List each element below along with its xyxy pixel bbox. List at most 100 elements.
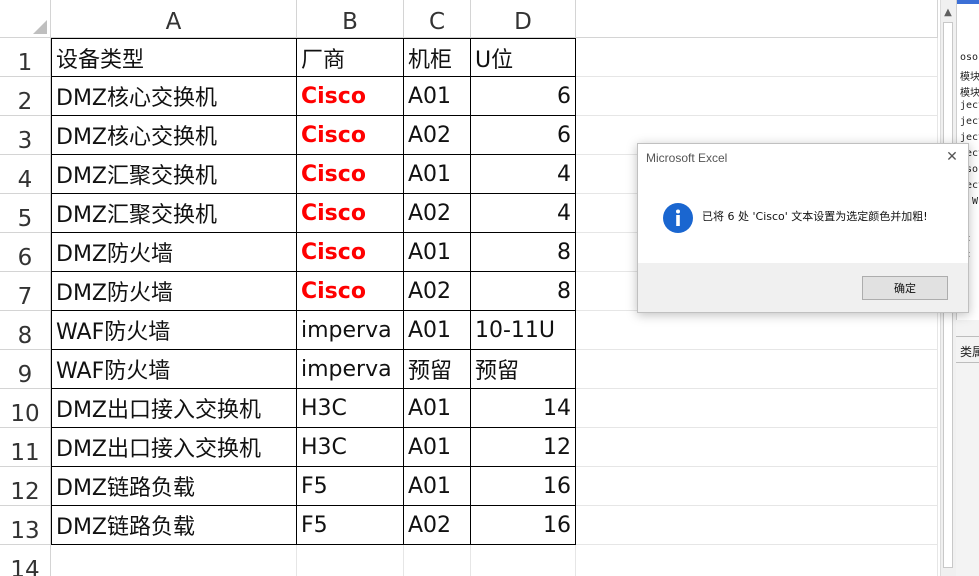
cell-b4[interactable]: Cisco (297, 155, 404, 194)
empty-cells[interactable] (576, 389, 938, 428)
cell-a4[interactable]: DMZ汇聚交换机 (51, 155, 297, 194)
cell-a3[interactable]: DMZ核心交换机 (51, 116, 297, 155)
column-header-b[interactable]: B (297, 0, 404, 38)
cell-d9[interactable]: 预留 (471, 350, 576, 389)
empty-cells[interactable] (576, 467, 938, 506)
panel-separator (956, 336, 979, 337)
row-header[interactable]: 5 (0, 194, 51, 233)
row-header[interactable]: 2 (0, 77, 51, 116)
message-box-dialog: Microsoft Excel ✕ 已将 6 处 'Cisco' 文本设置为选定… (637, 143, 969, 313)
column-header-c[interactable]: C (404, 0, 471, 38)
code-line: 模块 (960, 72, 979, 83)
row-header[interactable]: 11 (0, 428, 51, 467)
cell-a11[interactable]: DMZ出口接入交换机 (51, 428, 297, 467)
code-line: ject (960, 116, 979, 127)
select-all-corner[interactable] (0, 0, 51, 38)
cell-b9[interactable]: imperva (297, 350, 404, 389)
empty-cells[interactable] (471, 545, 576, 576)
cell-d10[interactable]: 14 (471, 389, 576, 428)
row-header[interactable]: 6 (0, 233, 51, 272)
empty-cells[interactable] (576, 350, 938, 389)
cell-c12[interactable]: A01 (404, 467, 471, 506)
cell-b3[interactable]: Cisco (297, 116, 404, 155)
cell-d3[interactable]: 6 (471, 116, 576, 155)
ok-button[interactable]: 确定 (862, 276, 948, 300)
empty-cells[interactable] (576, 77, 938, 116)
cell-b11[interactable]: H3C (297, 428, 404, 467)
cell-c8[interactable]: A01 (404, 311, 471, 350)
cell-b10[interactable]: H3C (297, 389, 404, 428)
cell-d6[interactable]: 8 (471, 233, 576, 272)
row-header[interactable]: 8 (0, 311, 51, 350)
excel-window: A B C D 1 设备类型 厂商 机柜 U位 2 DMZ核心交换机 Cisco A01 6 3 DMZ核心交… (0, 0, 979, 576)
code-line: ject (960, 100, 979, 111)
empty-cells[interactable] (576, 311, 938, 350)
cell-b1[interactable]: 厂商 (297, 38, 404, 77)
column-header-d[interactable]: D (471, 0, 576, 38)
dialog-footer: 确定 (638, 263, 968, 312)
cell-c5[interactable]: A02 (404, 194, 471, 233)
properties-panel-label: 类属 (960, 345, 979, 359)
cell-b12[interactable]: F5 (297, 467, 404, 506)
row-header[interactable]: 12 (0, 467, 51, 506)
cell-c10[interactable]: A01 (404, 389, 471, 428)
row-header[interactable]: 4 (0, 155, 51, 194)
cell-c2[interactable]: A01 (404, 77, 471, 116)
row-header[interactable]: 14 (0, 545, 51, 576)
dialog-title: Microsoft Excel (646, 151, 728, 165)
empty-cells[interactable] (576, 428, 938, 467)
cell-d5[interactable]: 4 (471, 194, 576, 233)
code-line: osof (960, 52, 979, 63)
code-line: 模块 (960, 88, 979, 99)
cell-c7[interactable]: A02 (404, 272, 471, 311)
row-header[interactable]: 10 (0, 389, 51, 428)
cell-d7[interactable]: 8 (471, 272, 576, 311)
cell-d1[interactable]: U位 (471, 38, 576, 77)
cell-c9[interactable]: 预留 (404, 350, 471, 389)
cell-a6[interactable]: DMZ防火墙 (51, 233, 297, 272)
cell-b8[interactable]: imperva (297, 311, 404, 350)
row-header[interactable]: 1 (0, 38, 51, 77)
empty-cells[interactable] (576, 506, 938, 545)
row-header[interactable]: 9 (0, 350, 51, 389)
cell-d12[interactable]: 16 (471, 467, 576, 506)
cell-d11[interactable]: 12 (471, 428, 576, 467)
cell-c1[interactable]: 机柜 (404, 38, 471, 77)
cell-a8[interactable]: WAF防火墙 (51, 311, 297, 350)
cell-c4[interactable]: A01 (404, 155, 471, 194)
cell-c11[interactable]: A01 (404, 428, 471, 467)
cell-c6[interactable]: A01 (404, 233, 471, 272)
empty-cells[interactable] (576, 38, 938, 77)
column-header-a[interactable]: A (51, 0, 297, 38)
cell-b13[interactable]: F5 (297, 506, 404, 545)
cell-a2[interactable]: DMZ核心交换机 (51, 77, 297, 116)
scroll-up-arrow-icon[interactable]: ▲ (941, 6, 955, 20)
cell-b2[interactable]: Cisco (297, 77, 404, 116)
cell-a9[interactable]: WAF防火墙 (51, 350, 297, 389)
select-all-triangle-icon (33, 20, 47, 34)
row-header[interactable]: 13 (0, 506, 51, 545)
cell-d8[interactable]: 10-11U (471, 311, 576, 350)
cell-a5[interactable]: DMZ汇聚交换机 (51, 194, 297, 233)
row-header[interactable]: 7 (0, 272, 51, 311)
cell-d4[interactable]: 4 (471, 155, 576, 194)
close-icon[interactable]: ✕ (944, 149, 960, 165)
cell-a7[interactable]: DMZ防火墙 (51, 272, 297, 311)
cell-a10[interactable]: DMZ出口接入交换机 (51, 389, 297, 428)
cell-b5[interactable]: Cisco (297, 194, 404, 233)
cell-c13[interactable]: A02 (404, 506, 471, 545)
cell-a12[interactable]: DMZ链路负载 (51, 467, 297, 506)
cell-c3[interactable]: A02 (404, 116, 471, 155)
cell-a1[interactable]: 设备类型 (51, 38, 297, 77)
empty-cells[interactable] (404, 545, 471, 576)
column-header-empty[interactable] (576, 0, 938, 38)
cell-a13[interactable]: DMZ链路负载 (51, 506, 297, 545)
empty-cells[interactable] (576, 545, 938, 576)
cell-b6[interactable]: Cisco (297, 233, 404, 272)
empty-cells[interactable] (51, 545, 297, 576)
cell-d13[interactable]: 16 (471, 506, 576, 545)
cell-d2[interactable]: 6 (471, 77, 576, 116)
empty-cells[interactable] (297, 545, 404, 576)
row-header[interactable]: 3 (0, 116, 51, 155)
cell-b7[interactable]: Cisco (297, 272, 404, 311)
